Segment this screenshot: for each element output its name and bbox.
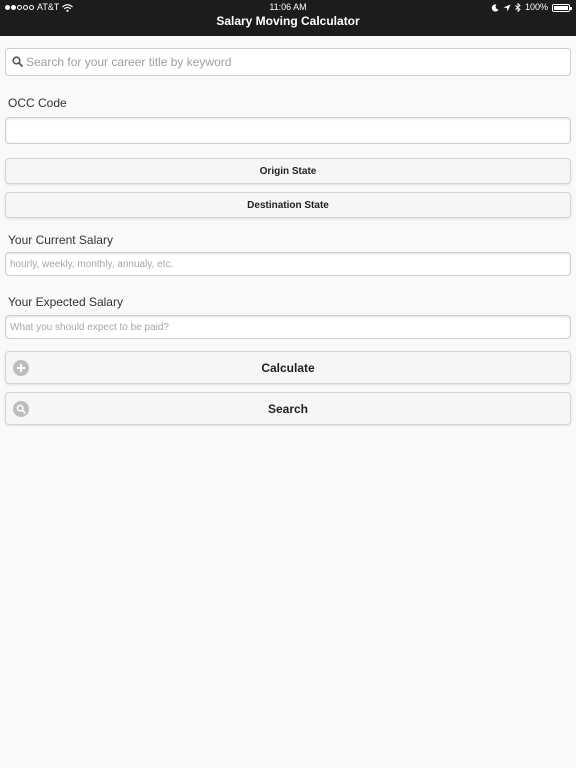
occ-code-label: OCC Code [8,96,67,110]
app-header: AT&T 11:06 AM 100% Salary Moving Calcula… [0,0,576,36]
career-search-input[interactable] [26,49,566,75]
calculate-button[interactable]: Calculate [5,351,571,384]
current-salary-input[interactable] [5,252,571,276]
battery-icon [552,3,572,12]
status-right: 100% [491,2,572,13]
page-title: Salary Moving Calculator [216,14,360,28]
search-icon [12,56,23,67]
search-circle-icon [13,401,29,417]
origin-state-button[interactable]: Origin State [5,158,571,184]
status-time: 11:06 AM [269,2,307,12]
search-button[interactable]: Search [5,392,571,425]
location-arrow-icon [503,4,511,11]
moon-icon [491,3,499,12]
occ-code-input[interactable] [5,117,571,144]
battery-percent: 100% [524,2,548,12]
bluetooth-icon [515,3,521,12]
plus-circle-icon [13,360,29,376]
search-label: Search [267,401,309,416]
destination-state-button[interactable]: Destination State [5,192,571,218]
expected-salary-label: Your Expected Salary [8,295,123,309]
calculate-label: Calculate [261,360,315,375]
current-salary-label: Your Current Salary [8,233,113,247]
expected-salary-input[interactable] [5,315,571,339]
career-search-bar[interactable] [5,48,571,76]
